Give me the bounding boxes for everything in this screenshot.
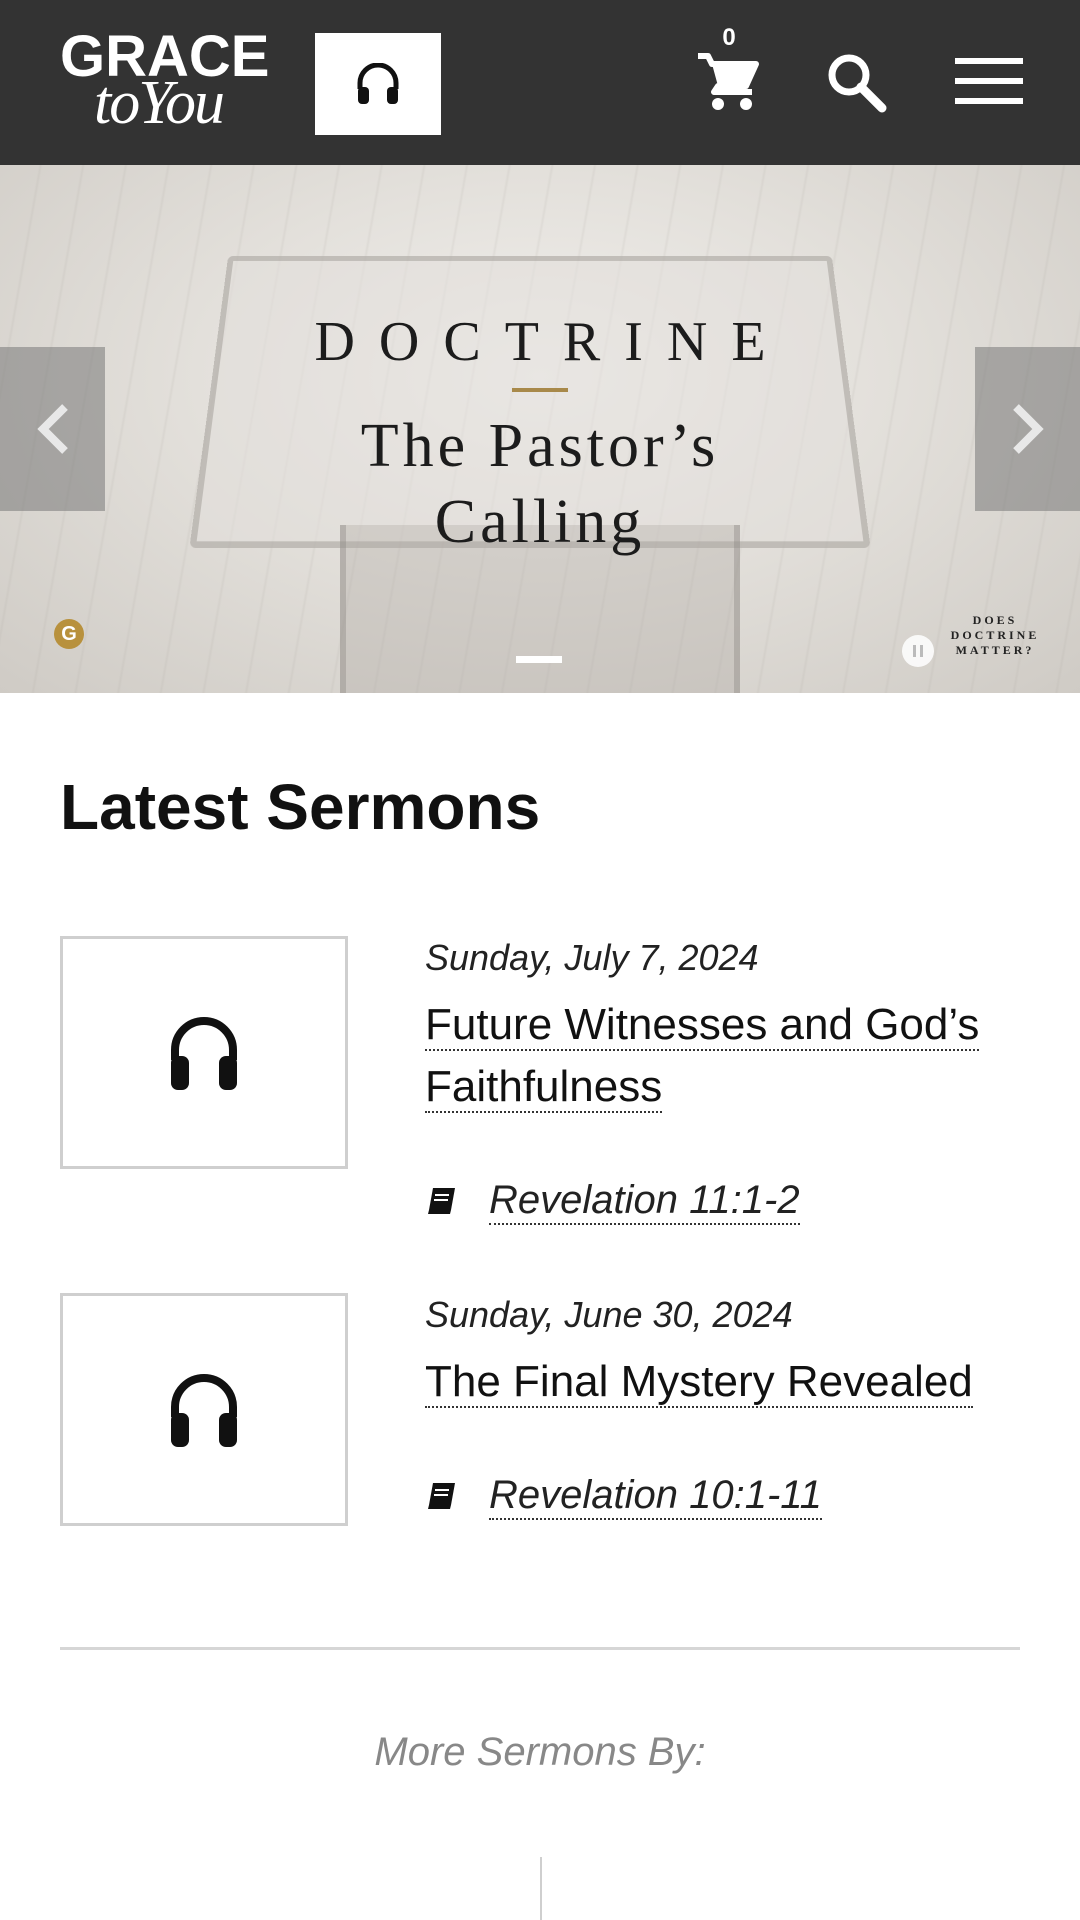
carousel-next-button[interactable] [975, 347, 1080, 511]
hero-title: DOCTRINE [314, 311, 790, 373]
hero-corner-line1: DOES [972, 613, 1018, 627]
hamburger-menu-icon [955, 58, 1023, 104]
section-divider [60, 1647, 1020, 1650]
scripture-link[interactable]: Revelation 11:1-2 [489, 1177, 800, 1225]
scripture-link[interactable]: Revelation 10:1-11 [489, 1472, 822, 1520]
search-icon [828, 54, 887, 113]
carousel-indicator-active[interactable] [516, 656, 562, 663]
hero-corner-line3: MATTER? [955, 643, 1035, 657]
sermon-scripture: Revelation 10:1-11 [425, 1471, 822, 1521]
hero-carousel[interactable]: DOCTRINE The Pastor’s Calling G DOES DOC… [0, 165, 1080, 693]
sermon-title-text[interactable]: Future Witnesses and God’s Faithfulness [425, 1000, 980, 1113]
sermon-title-link[interactable]: Future Witnesses and God’s Faithfulness [425, 994, 1020, 1118]
hero-gty-badge: G [54, 619, 84, 649]
chevron-right-icon [1012, 404, 1044, 454]
sermon-thumbnail[interactable] [60, 1293, 348, 1526]
cart-icon [698, 53, 759, 110]
carousel-prev-button[interactable] [0, 347, 105, 511]
headphones-icon [171, 1016, 237, 1090]
sermon-title-link[interactable]: The Final Mystery Revealed [425, 1351, 1020, 1413]
sermon-item: Sunday, June 30, 2024 The Final Mystery … [60, 1293, 1020, 1533]
pause-icon [913, 645, 923, 657]
cart-count-badge: 0 [722, 24, 736, 51]
book-icon [428, 1188, 455, 1214]
headphones-icon [171, 1373, 237, 1447]
search-button[interactable] [824, 50, 888, 114]
headphones-icon [357, 63, 399, 104]
chevron-left-icon [36, 404, 68, 454]
latest-sermons-heading: Latest Sermons [60, 771, 541, 843]
book-icon [428, 1483, 455, 1509]
hero-title-rule [512, 388, 568, 392]
sermon-date: Sunday, June 30, 2024 [425, 1294, 793, 1335]
sermon-date: Sunday, July 7, 2024 [425, 937, 759, 978]
speaker-column-divider [540, 1857, 542, 1920]
hero-subtitle: The Pastor’s Calling [0, 408, 1080, 560]
cart-button[interactable]: 0 [690, 26, 760, 116]
more-sermons-by-label: More Sermons By: [374, 1730, 706, 1774]
carousel-pause-button[interactable] [902, 635, 934, 667]
sermon-title-text[interactable]: The Final Mystery Revealed [425, 1357, 973, 1408]
hero-corner-line2: DOCTRINE [950, 628, 1040, 642]
listen-button[interactable] [315, 33, 441, 135]
menu-button[interactable] [955, 56, 1023, 106]
logo-wordmark-toyou: toYou [94, 69, 225, 137]
hero-corner-caption: DOES DOCTRINE MATTER? [940, 613, 1050, 658]
sermon-thumbnail[interactable] [60, 936, 348, 1169]
sermon-item: Sunday, July 7, 2024 Future Witnesses an… [60, 936, 1020, 1236]
sermon-scripture: Revelation 11:1-2 [425, 1176, 800, 1226]
site-header: GRACE toYou 0 [0, 0, 1080, 165]
hero-subtitle-line1: The Pastor’s [360, 412, 720, 480]
hero-subtitle-line2: Calling [434, 488, 646, 556]
grace-to-you-logo[interactable]: GRACE toYou [60, 28, 275, 140]
